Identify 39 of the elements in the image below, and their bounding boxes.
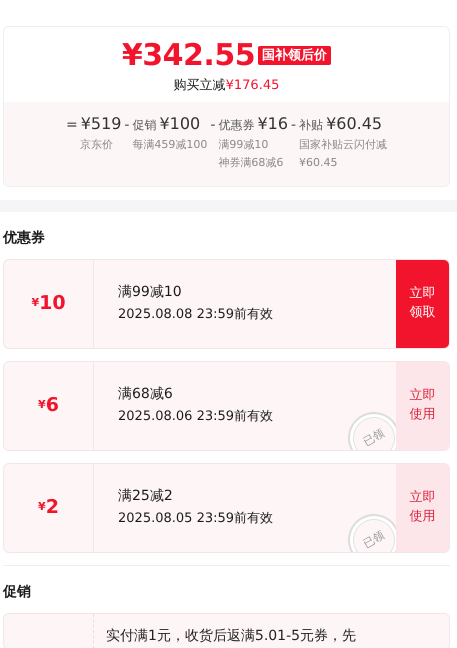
breakdown-note: 每满459减100: [132, 136, 208, 152]
breakdown-amount: ¥100: [159, 112, 200, 134]
operator-sign: -: [291, 116, 296, 134]
promotion-text: 实付满1元，收货后返满5.01-5元券，先: [105, 626, 356, 646]
final-price: ¥342.55: [122, 38, 256, 73]
coupon-validity: 2025.08.08 23:59前有效: [118, 306, 274, 324]
coupon-value: 6: [46, 393, 59, 418]
currency-sign: ¥: [38, 499, 46, 516]
breakdown-note: 京东价: [80, 136, 114, 152]
use-button[interactable]: 立即使用: [396, 464, 449, 552]
breakdown-amount: ¥519: [80, 112, 122, 134]
breakdown-label: 补贴: [299, 116, 324, 134]
operator-sign: =: [66, 116, 78, 134]
coupon-validity: 2025.08.05 23:59前有效: [118, 510, 274, 528]
coupon-value: 2: [46, 495, 59, 520]
currency-sign: ¥: [31, 295, 40, 312]
coupon-validity: 2025.08.06 23:59前有效: [118, 408, 274, 426]
operator-sign: -: [210, 116, 216, 134]
breakdown-label: 优惠券: [218, 116, 254, 134]
section-title: 优惠券: [2, 228, 46, 248]
use-button[interactable]: 立即使用: [396, 362, 449, 450]
breakdown-label: 促销: [132, 116, 156, 134]
claim-button[interactable]: 立即领取: [396, 260, 449, 348]
breakdown-amount: ¥60.45: [326, 112, 382, 134]
breakdown-note: 满99减10: [218, 136, 270, 152]
breakdown-note: 神券满68减6: [218, 154, 284, 170]
section-title: 促销: [2, 582, 32, 602]
operator-sign: -: [124, 116, 130, 134]
price-tag: 国补领后价: [258, 46, 332, 65]
breakdown-amount: ¥16: [257, 112, 288, 134]
breakdown-note: 国家补贴云闪付减: [299, 136, 388, 152]
breakdown-note: ¥60.45: [299, 154, 339, 170]
coupon-value: 10: [39, 291, 66, 316]
coupon-condition: 满68减6: [118, 385, 174, 404]
saving-amount: ¥176.45: [226, 78, 280, 93]
coupon-condition: 满25减2: [118, 487, 174, 506]
saving-label: 购买立减: [174, 78, 226, 93]
currency-sign: ¥: [38, 397, 46, 414]
coupon-condition: 满99减10: [118, 283, 183, 302]
